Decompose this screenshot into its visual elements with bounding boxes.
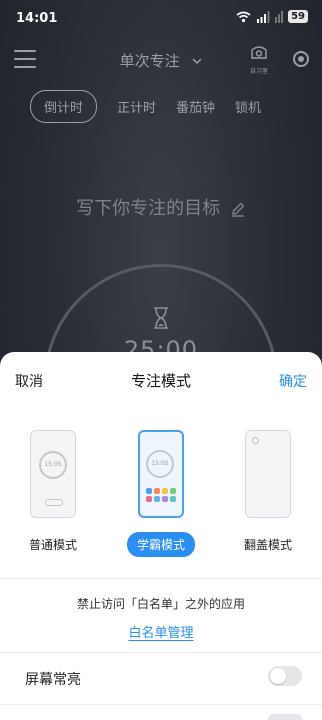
mode-options: 15:05 普通模式 15:05 学霸模式 翻盖模式 <box>0 430 322 560</box>
tab-lock[interactable]: 锁机 <box>235 97 261 116</box>
mode-description: 禁止访问「白名单」之外的应用 <box>76 597 245 611</box>
mode-option-label: 学霸模式 <box>126 532 195 557</box>
button-preview <box>45 499 63 506</box>
sheet-header: 取消 专注模式 确定 <box>0 352 322 408</box>
screen-on-toggle[interactable] <box>268 666 302 686</box>
divider <box>0 704 322 705</box>
goal-placeholder: 写下你专注的目标 <box>76 198 221 219</box>
battery-icon: 59 <box>288 10 308 23</box>
hourglass-icon <box>154 307 168 329</box>
top-bar: 单次专注 自习室 <box>0 40 322 80</box>
divider <box>0 652 322 653</box>
sheet-title: 专注模式 <box>130 372 191 390</box>
goal-input[interactable]: 写下你专注的目标 <box>0 194 322 220</box>
camera-icon <box>252 437 259 444</box>
whitelist-manage-link[interactable]: 白名单管理 <box>0 622 322 641</box>
signal-2-icon <box>275 10 284 23</box>
pencil-icon <box>231 202 245 217</box>
normal-mode-phone-icon: 15:05 <box>30 430 76 518</box>
mode-option-scholar[interactable]: 15:05 学霸模式 <box>121 430 201 557</box>
flip-mode-phone-icon <box>245 430 291 518</box>
focus-mode-sheet: 取消 专注模式 确定 15:05 普通模式 15:05 学霸模式 翻盖模式 禁止… <box>0 352 322 720</box>
status-bar: 14:01 59 <box>0 0 322 38</box>
mode-option-flip[interactable]: 翻盖模式 <box>228 430 308 553</box>
study-room-icon <box>251 46 267 59</box>
mode-option-label: 翻盖模式 <box>243 538 292 552</box>
clock-preview: 15:05 <box>39 451 67 479</box>
status-icons: 59 <box>236 10 308 23</box>
mode-tabs: 倒计时 正计时 番茄钟 锁机 <box>30 89 281 123</box>
tab-pomodoro[interactable]: 番茄钟 <box>176 97 215 116</box>
record-icon[interactable] <box>293 51 309 67</box>
study-room-button[interactable]: 自习室 <box>244 46 274 75</box>
tab-countdown[interactable]: 倒计时 <box>30 89 98 123</box>
clock-preview: 15:05 <box>146 450 174 478</box>
mode-option-normal[interactable]: 15:05 普通模式 <box>13 430 93 553</box>
study-room-label: 自习室 <box>249 68 268 75</box>
app-grid-icon <box>146 488 178 502</box>
scholar-mode-phone-icon: 15:05 <box>138 430 184 518</box>
focus-type-label: 单次专注 <box>119 52 180 70</box>
next-toggle[interactable] <box>268 714 302 720</box>
mode-option-label: 普通模式 <box>28 538 77 552</box>
signal-icon <box>257 10 270 23</box>
divider <box>0 578 322 579</box>
screen-on-label: 屏幕常亮 <box>25 672 81 688</box>
tab-stopwatch[interactable]: 正计时 <box>117 97 156 116</box>
status-time: 14:01 <box>16 11 58 26</box>
screen-on-row: 屏幕常亮 <box>0 654 322 702</box>
confirm-button[interactable]: 确定 <box>279 371 307 391</box>
chevron-down-icon <box>192 58 202 65</box>
wifi-icon <box>236 11 251 22</box>
